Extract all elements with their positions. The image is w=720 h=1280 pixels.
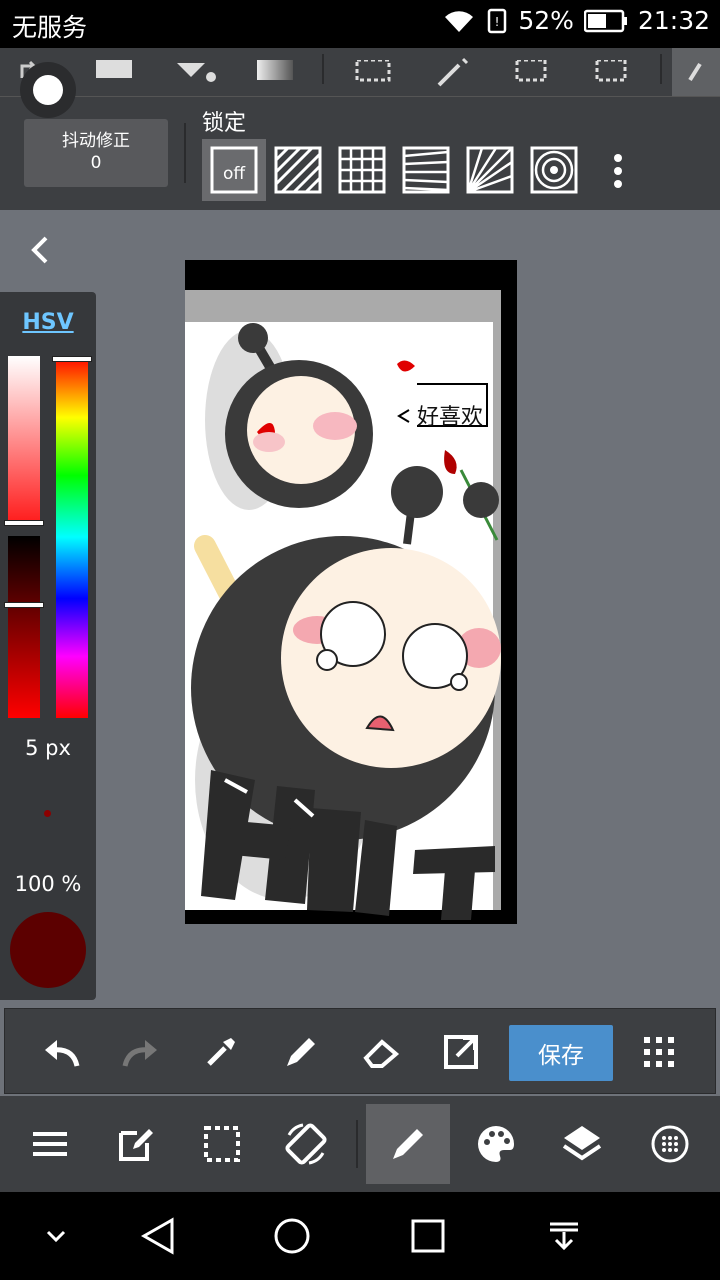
stabilizer-button[interactable]: 抖动修正 0 xyxy=(24,119,168,187)
brush-tool-button[interactable] xyxy=(366,1104,450,1184)
battery-icon xyxy=(583,9,627,32)
selection-button[interactable] xyxy=(180,1104,264,1184)
concentric-icon xyxy=(530,146,578,194)
dotted-circle-icon xyxy=(651,1125,689,1163)
parallel-diagonal-icon xyxy=(274,146,322,194)
nav-back-button[interactable] xyxy=(118,1192,198,1280)
edit-square-icon xyxy=(119,1129,153,1161)
redo-button[interactable] xyxy=(111,1009,171,1095)
hue-handle[interactable] xyxy=(52,356,92,362)
palette-button[interactable] xyxy=(454,1104,538,1184)
floating-color-button[interactable] xyxy=(20,62,76,118)
share-icon xyxy=(444,1035,478,1069)
eraser-button[interactable] xyxy=(351,1009,411,1095)
lock-off-button[interactable]: off xyxy=(202,139,266,201)
lock-radial-button[interactable] xyxy=(458,139,522,201)
artwork-text: 好喜欢 xyxy=(417,405,483,430)
value-handle[interactable] xyxy=(4,602,44,608)
battery-percent: 52% xyxy=(518,6,574,35)
undo-button[interactable] xyxy=(31,1009,91,1095)
saturation-handle[interactable] xyxy=(4,520,44,526)
system-nav-bar xyxy=(0,1192,720,1280)
main-toolbar xyxy=(0,1096,720,1192)
chevron-down-icon xyxy=(46,1230,66,1243)
pen-icon xyxy=(287,1038,315,1066)
triangle-back-icon xyxy=(140,1217,174,1255)
clock: 21:32 xyxy=(637,6,710,35)
lock-perspective-button[interactable] xyxy=(394,139,458,201)
brush-size-label[interactable]: 5 px xyxy=(0,736,96,760)
more-options-button[interactable] xyxy=(600,149,636,193)
rotate-button[interactable] xyxy=(264,1104,348,1184)
canvas-area[interactable]: 好喜欢 xyxy=(0,210,720,1008)
select-rect-icon[interactable] xyxy=(350,48,396,96)
square-recents-icon xyxy=(411,1219,445,1253)
nav-home-button[interactable] xyxy=(252,1192,332,1280)
current-color-swatch[interactable] xyxy=(10,912,86,988)
lock-concentric-button[interactable] xyxy=(522,139,586,201)
action-bar: 保存 xyxy=(4,1008,716,1094)
redo-icon xyxy=(122,1040,157,1067)
artwork-canvas[interactable]: 好喜欢 xyxy=(185,260,517,924)
white-dot-icon xyxy=(33,75,63,105)
hue-slider[interactable] xyxy=(56,356,88,718)
eyedropper-button[interactable] xyxy=(191,1009,251,1095)
stabilizer-label: 抖动修正 xyxy=(62,131,130,151)
color-mode-hsv[interactable]: HSV xyxy=(0,310,96,335)
tool-more-icon[interactable] xyxy=(672,48,720,96)
color-panel: HSV 5 px 100 % xyxy=(0,292,96,1000)
pen-button[interactable] xyxy=(271,1009,331,1095)
undo-icon xyxy=(45,1040,80,1067)
nav-notifications-button[interactable] xyxy=(524,1192,604,1280)
svg-text:!: ! xyxy=(495,15,500,29)
gradient-icon[interactable] xyxy=(252,48,298,96)
options-bar: 抖动修正 0 锁定 off xyxy=(0,96,720,210)
value-slider[interactable] xyxy=(8,536,40,718)
lock-off-text: off xyxy=(223,164,246,184)
save-button[interactable]: 保存 xyxy=(509,1025,613,1081)
screen-rotate-icon xyxy=(285,1123,327,1165)
palette-icon xyxy=(478,1126,514,1162)
fill-rect-icon[interactable] xyxy=(92,48,136,96)
nav-collapse-button[interactable] xyxy=(16,1192,96,1280)
bucket-icon[interactable] xyxy=(170,48,220,96)
eyedropper-icon xyxy=(207,1038,235,1066)
layers-icon xyxy=(562,1126,602,1161)
grid-menu-button[interactable] xyxy=(629,1009,689,1095)
radial-lines-icon xyxy=(466,146,514,194)
more-vertical-icon xyxy=(614,154,622,188)
circle-home-icon xyxy=(274,1218,310,1254)
pencil-icon xyxy=(393,1129,423,1159)
selection-dashed-icon xyxy=(204,1126,240,1162)
apps-grid-icon xyxy=(644,1037,674,1067)
layers-button[interactable] xyxy=(540,1104,624,1184)
chevron-left-icon[interactable] xyxy=(22,232,58,268)
select-erase-icon[interactable] xyxy=(588,48,634,96)
app-root: 无服务 ! 52% 21:32 抖动修正 0 锁定 off 好喜欢 HSV 5 … xyxy=(0,0,720,1280)
menu-button[interactable] xyxy=(8,1104,92,1184)
select-pen-icon[interactable] xyxy=(508,48,554,96)
nav-recents-button[interactable] xyxy=(388,1192,468,1280)
wifi-icon xyxy=(445,10,474,32)
perspective-lines-icon xyxy=(402,146,450,194)
share-button[interactable] xyxy=(431,1009,491,1095)
lock-title: 锁定 xyxy=(202,111,247,136)
saturation-slider[interactable] xyxy=(8,356,40,524)
edit-button[interactable] xyxy=(94,1104,178,1184)
magic-wand-icon[interactable] xyxy=(430,48,476,96)
carrier-label: 无服务 xyxy=(12,13,88,42)
material-button[interactable] xyxy=(628,1104,712,1184)
lock-grid-button[interactable] xyxy=(330,139,394,201)
brush-size-preview xyxy=(44,810,51,817)
grid-icon xyxy=(338,146,386,194)
status-bar: 无服务 ! 52% 21:32 xyxy=(0,0,720,48)
lock-parallel-diagonal-button[interactable] xyxy=(266,139,330,201)
opacity-label[interactable]: 100 % xyxy=(0,872,96,896)
stabilizer-value: 0 xyxy=(90,153,102,173)
hamburger-icon xyxy=(33,1132,67,1156)
eraser-icon xyxy=(363,1039,400,1068)
tool-strip xyxy=(0,48,720,96)
pull-down-icon xyxy=(550,1222,578,1251)
sim-icon: ! xyxy=(488,8,507,33)
